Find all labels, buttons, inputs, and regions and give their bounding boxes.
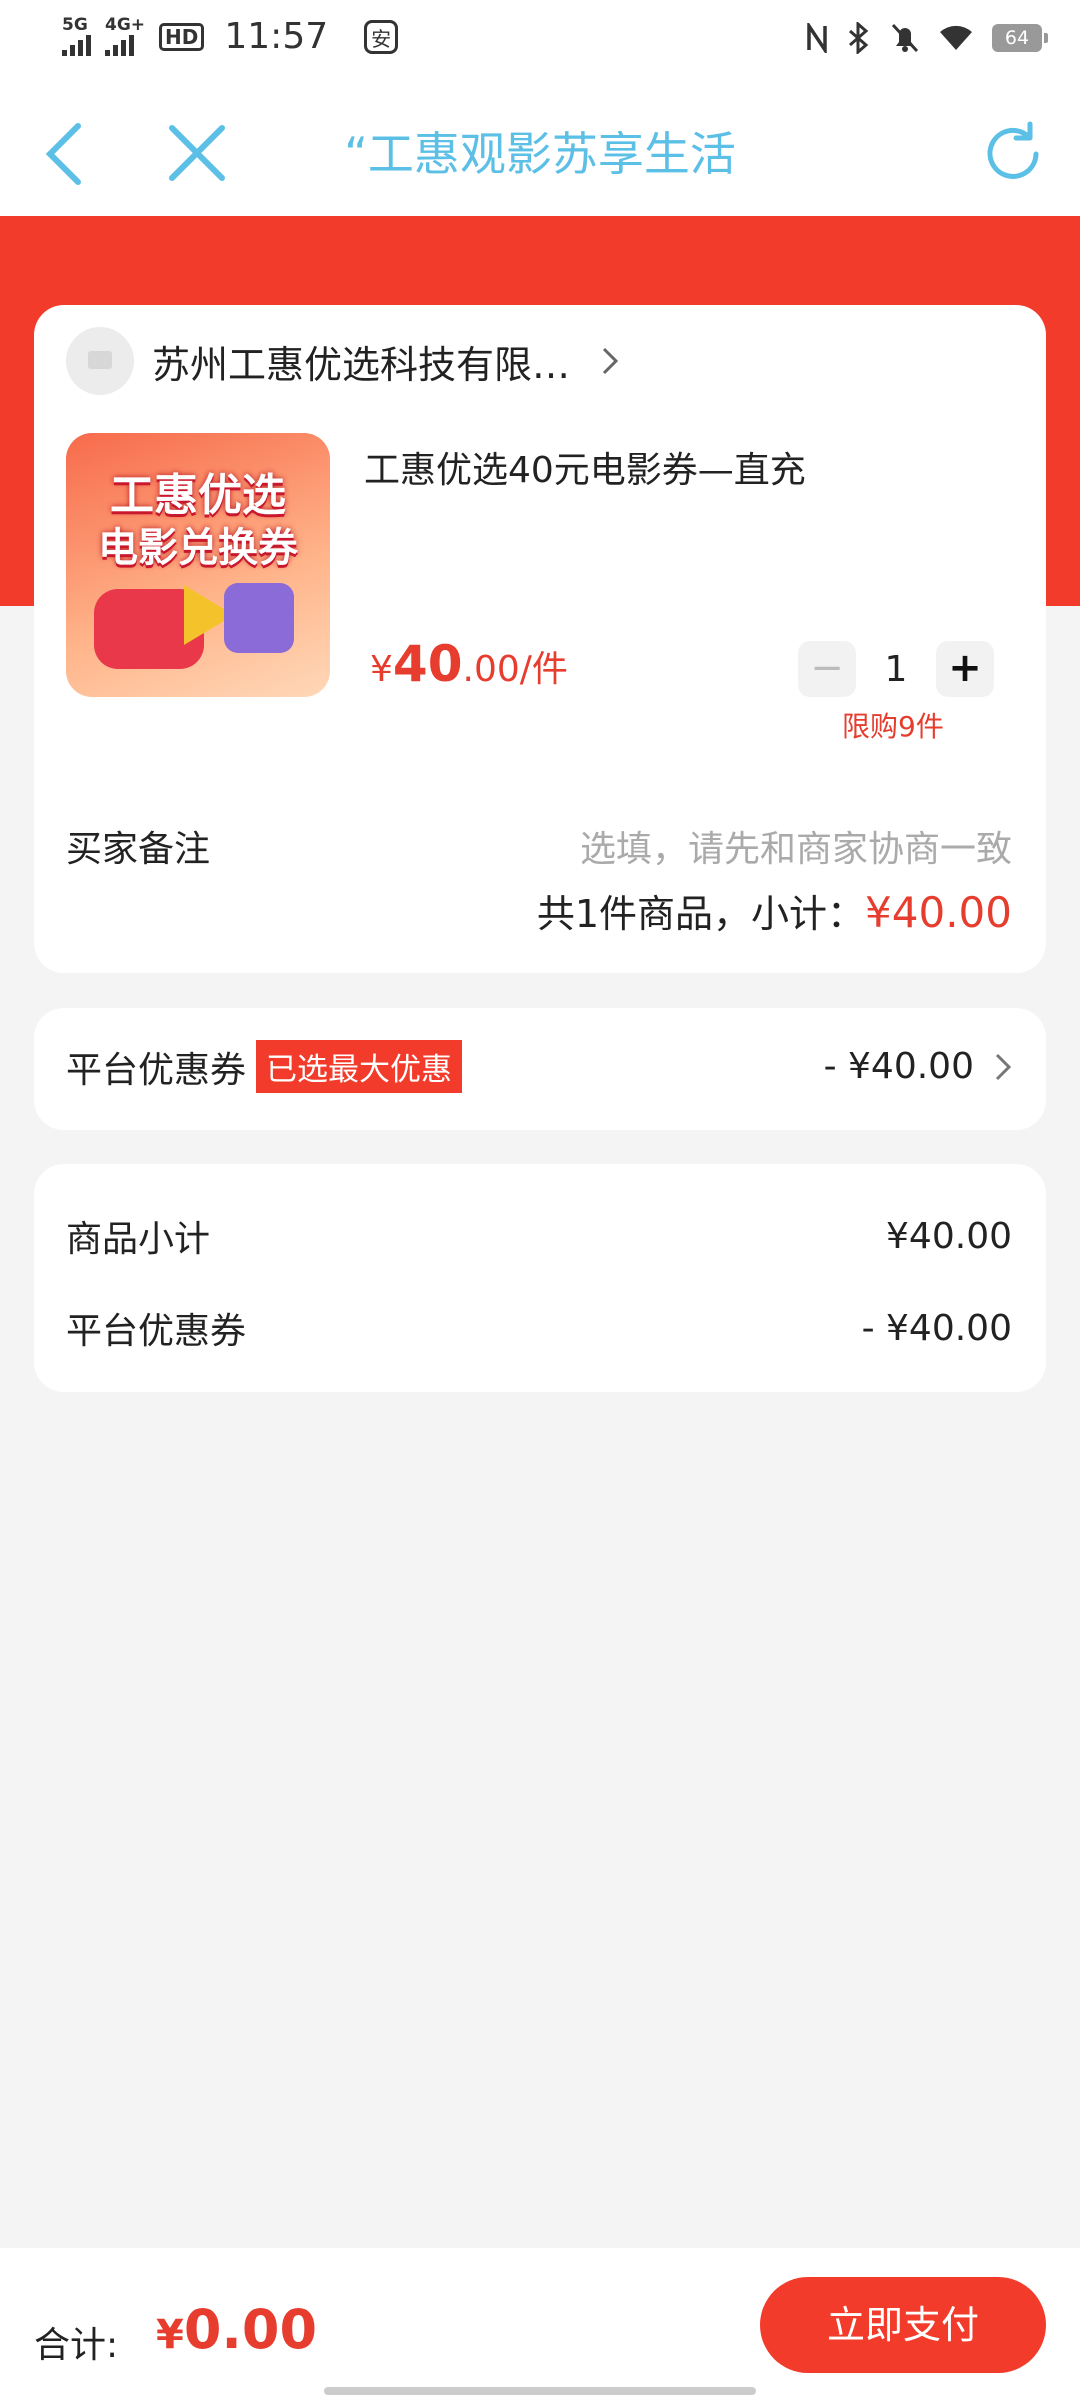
total-label: 合计: (34, 2325, 119, 2366)
summary-value: - ¥40.00 (861, 1307, 1012, 1349)
bluetooth-icon (849, 22, 869, 54)
coupon-label: 平台优惠券 (66, 1049, 247, 1091)
summary-label: 平台优惠券 (66, 1311, 247, 1352)
product-title: 工惠优选40元电影券—直充 (364, 450, 806, 491)
quantity-stepper: − 1 + (798, 641, 994, 697)
wifi-icon (940, 25, 972, 50)
battery-icon: 64 (992, 24, 1048, 52)
order-subtotal: 共1件商品，小计：¥40.00 (537, 883, 1012, 938)
summary-card: 商品小计 ¥40.00 平台优惠券 - ¥40.00 (34, 1164, 1046, 1392)
signal-bars-icon (105, 34, 134, 56)
total-value: 0.00 (183, 2298, 318, 2361)
nfc-icon (807, 23, 827, 53)
signal-4g: 4G+ (105, 17, 145, 56)
remark-label: 买家备注 (66, 829, 211, 870)
price-integer: 40 (392, 635, 463, 693)
projector-illustration (224, 583, 294, 653)
remark-input[interactable]: 选填，请先和商家协商一致 (580, 820, 1012, 872)
coupon-value: - ¥40.00 (823, 1046, 974, 1087)
coupon-row[interactable]: 平台优惠券 已选最大优惠 - ¥40.00 (66, 1040, 1012, 1093)
summary-value: ¥40.00 (886, 1215, 1012, 1257)
status-bar: 5G 4G+ HD 11:57 安 64 (0, 0, 1080, 84)
product-image-text: 电影兑换券 (98, 525, 298, 571)
page-title: “工惠观影苏享生活 (344, 127, 736, 181)
network-type-label: 4G+ (105, 15, 146, 35)
signal-5g: 5G (62, 17, 91, 56)
shop-name: 苏州工惠优选科技有限… (152, 342, 571, 387)
product-image-text: 工惠优选 (110, 470, 286, 521)
mute-icon (891, 23, 919, 53)
chevron-right-icon (602, 347, 619, 375)
product-image: 工惠优选 电影兑换券 (66, 433, 330, 697)
clock: 11:57 (224, 16, 329, 57)
quantity-value[interactable]: 1 (856, 649, 936, 690)
coupon-card[interactable]: 平台优惠券 已选最大优惠 - ¥40.00 (34, 1008, 1046, 1130)
subtotal-label: 共1件商品，小计： (536, 892, 866, 936)
chevron-right-icon (995, 1053, 1012, 1080)
total-amount: ¥0.00 (156, 2298, 317, 2361)
summary-label: 商品小计 (66, 1219, 211, 1260)
hd-voice-icon: HD (159, 22, 205, 51)
refresh-icon[interactable] (978, 118, 1048, 188)
subtotal-amount: ¥40.00 (865, 888, 1012, 937)
coupon-badge: 已选最大优惠 (256, 1040, 463, 1093)
checkout-bar: 合计: ¥0.00 立即支付 (0, 2248, 1080, 2400)
purchase-limit: 限购9件 (842, 710, 944, 743)
price-currency: ¥ (370, 649, 393, 690)
product-price: ¥40.00/件 (370, 635, 568, 693)
increase-button[interactable]: + (936, 641, 994, 697)
price-decimal-unit: .00/件 (462, 649, 568, 690)
nav-bar: “工惠观影苏享生活 (0, 84, 1080, 216)
total-currency: ¥ (156, 2312, 184, 2358)
shop-avatar (66, 327, 134, 395)
app-notification-icon: 安 (364, 19, 399, 54)
signal-bars-icon (62, 34, 91, 56)
home-indicator[interactable] (324, 2387, 756, 2395)
summary-row: 商品小计 ¥40.00 (66, 1210, 1012, 1262)
decrease-button[interactable]: − (798, 641, 856, 697)
summary-row: 平台优惠券 - ¥40.00 (66, 1302, 1012, 1354)
order-card: 苏州工惠优选科技有限… 工惠优选 电影兑换券 工惠优选40元电影券—直充 ¥40… (34, 305, 1046, 973)
network-type-label: 5G (62, 15, 88, 35)
shop-link[interactable]: 苏州工惠优选科技有限… (66, 327, 620, 395)
pay-now-button[interactable]: 立即支付 (760, 2277, 1046, 2373)
